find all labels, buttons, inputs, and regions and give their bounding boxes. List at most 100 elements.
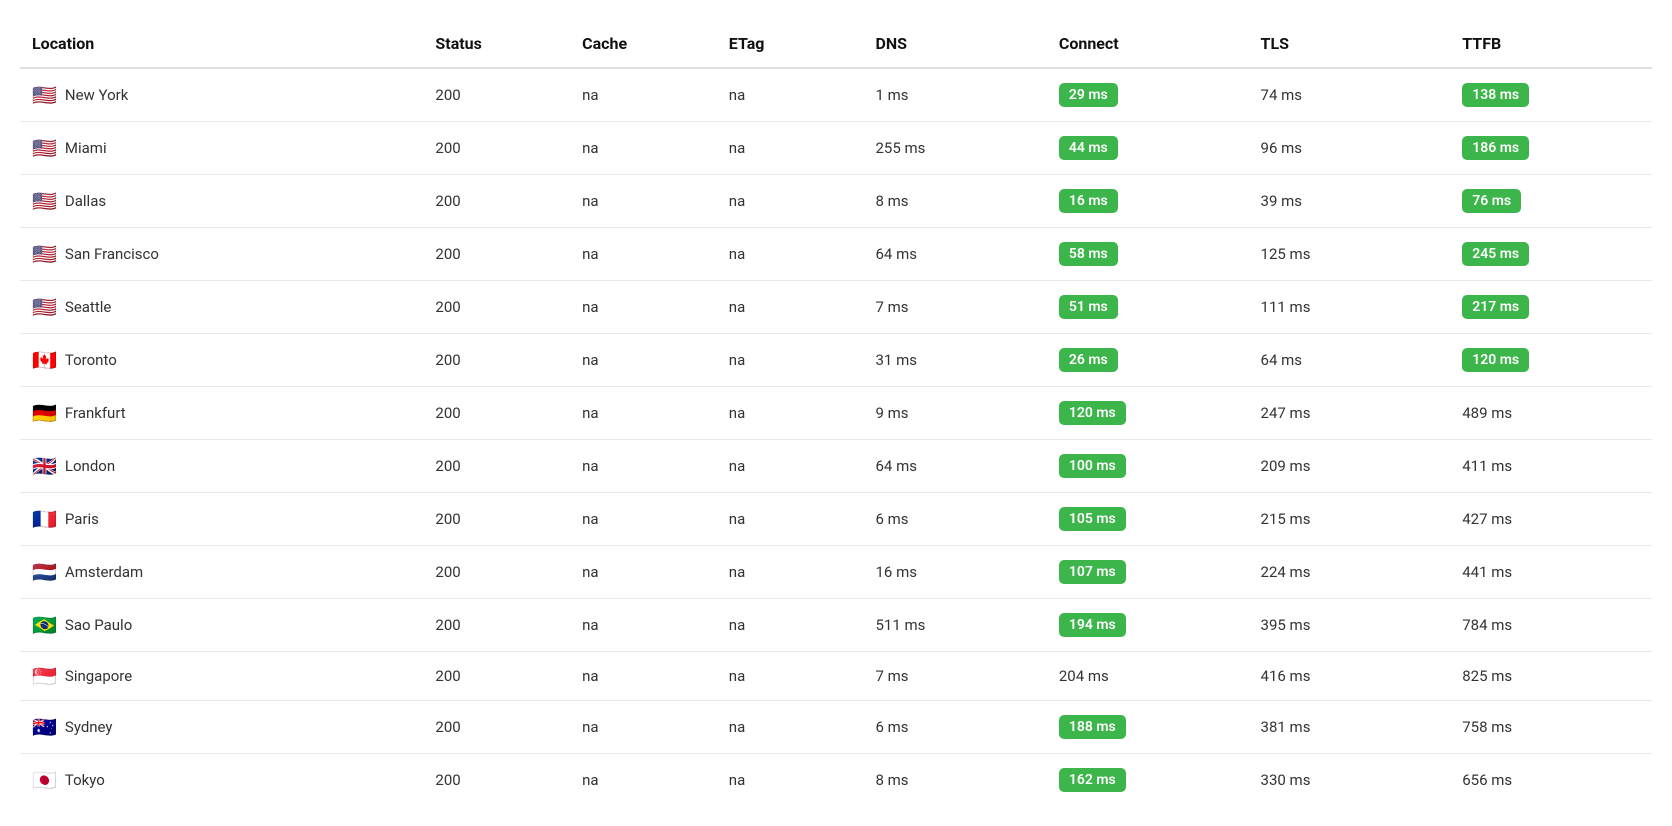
cell-ttfb: 245 ms (1450, 228, 1652, 281)
cell-cache: na (570, 387, 717, 440)
table-row: 🇫🇷Paris200nana6 ms105 ms215 ms427 ms (20, 493, 1652, 546)
cell-location: 🇦🇺 Sydney (20, 701, 423, 754)
cell-cache: na (570, 652, 717, 701)
header-status: Status (423, 20, 570, 68)
flag-icon: 🇯🇵 (32, 770, 57, 790)
cell-ttfb: 758 ms (1450, 701, 1652, 754)
cell-status: 200 (423, 175, 570, 228)
cell-etag: na (717, 546, 864, 599)
cell-tls: 395 ms (1249, 599, 1451, 652)
cell-tls: 247 ms (1249, 387, 1451, 440)
connect-badge: 188 ms (1059, 715, 1126, 739)
cell-tls: 215 ms (1249, 493, 1451, 546)
cell-cache: na (570, 546, 717, 599)
table-row: 🇺🇸San Francisco200nana64 ms58 ms125 ms24… (20, 228, 1652, 281)
cell-cache: na (570, 493, 717, 546)
ttfb-badge: 76 ms (1462, 189, 1521, 213)
cell-etag: na (717, 440, 864, 493)
main-container: Location Status Cache ETag DNS Connect T… (0, 0, 1672, 826)
location-name: Seattle (65, 298, 111, 316)
flag-icon: 🇺🇸 (32, 297, 57, 317)
ttfb-badge: 245 ms (1462, 242, 1529, 266)
cell-ttfb: 825 ms (1450, 652, 1652, 701)
cell-status: 200 (423, 68, 570, 122)
cell-status: 200 (423, 546, 570, 599)
cell-etag: na (717, 754, 864, 807)
connect-badge: 58 ms (1059, 242, 1118, 266)
location-name: Miami (65, 139, 107, 157)
location-name: Dallas (65, 192, 106, 210)
cell-status: 200 (423, 228, 570, 281)
cell-tls: 39 ms (1249, 175, 1451, 228)
cell-cache: na (570, 68, 717, 122)
table-row: 🇬🇧London200nana64 ms100 ms209 ms411 ms (20, 440, 1652, 493)
cell-tls: 416 ms (1249, 652, 1451, 701)
connect-badge: 51 ms (1059, 295, 1118, 319)
cell-ttfb: 784 ms (1450, 599, 1652, 652)
cell-connect: 120 ms (1047, 387, 1249, 440)
cell-etag: na (717, 281, 864, 334)
cell-ttfb: 76 ms (1450, 175, 1652, 228)
connect-badge: 26 ms (1059, 348, 1118, 372)
cell-dns: 1 ms (863, 68, 1046, 122)
cell-etag: na (717, 334, 864, 387)
cell-tls: 74 ms (1249, 68, 1451, 122)
cell-dns: 6 ms (863, 493, 1046, 546)
table-row: 🇦🇺Sydney200nana6 ms188 ms381 ms758 ms (20, 701, 1652, 754)
cell-etag: na (717, 493, 864, 546)
connect-badge: 105 ms (1059, 507, 1126, 531)
header-connect: Connect (1047, 20, 1249, 68)
cell-connect: 105 ms (1047, 493, 1249, 546)
connect-badge: 29 ms (1059, 83, 1118, 107)
cell-connect: 188 ms (1047, 701, 1249, 754)
cell-location: 🇳🇱Amsterdam (20, 546, 423, 599)
location-name: San Francisco (65, 245, 159, 263)
cell-connect: 162 ms (1047, 754, 1249, 807)
header-ttfb: TTFB (1450, 20, 1652, 68)
location-name: Sydney (65, 718, 113, 736)
cell-cache: na (570, 440, 717, 493)
flag-icon: 🇦🇺 (32, 717, 57, 737)
cell-etag: na (717, 387, 864, 440)
cell-dns: 31 ms (863, 334, 1046, 387)
cell-cache: na (570, 175, 717, 228)
cell-connect: 29 ms (1047, 68, 1249, 122)
cell-dns: 6 ms (863, 701, 1046, 754)
connect-badge: 194 ms (1059, 613, 1126, 637)
cell-dns: 7 ms (863, 652, 1046, 701)
cell-etag: na (717, 701, 864, 754)
cell-dns: 64 ms (863, 228, 1046, 281)
cell-etag: na (717, 599, 864, 652)
cell-dns: 255 ms (863, 122, 1046, 175)
cell-dns: 7 ms (863, 281, 1046, 334)
cell-status: 200 (423, 440, 570, 493)
ttfb-badge: 217 ms (1462, 295, 1529, 319)
cell-location: 🇺🇸Miami (20, 122, 423, 175)
cell-cache: na (570, 334, 717, 387)
cell-location: 🇬🇧London (20, 440, 423, 493)
cell-tls: 330 ms (1249, 754, 1451, 807)
cell-etag: na (717, 175, 864, 228)
flag-icon: 🇺🇸 (32, 191, 57, 211)
ttfb-badge: 120 ms (1462, 348, 1529, 372)
cell-location: 🇺🇸 Seattle (20, 281, 423, 334)
cell-etag: na (717, 228, 864, 281)
cell-connect: 51 ms (1047, 281, 1249, 334)
cell-dns: 8 ms (863, 754, 1046, 807)
cell-cache: na (570, 701, 717, 754)
cell-cache: na (570, 281, 717, 334)
cell-ttfb: 120 ms (1450, 334, 1652, 387)
cell-ttfb: 138 ms (1450, 68, 1652, 122)
cell-dns: 16 ms (863, 546, 1046, 599)
cell-tls: 209 ms (1249, 440, 1451, 493)
location-name: London (65, 457, 115, 475)
location-name: Toronto (65, 351, 117, 369)
cell-tls: 96 ms (1249, 122, 1451, 175)
table-row: 🇯🇵Tokyo200nana8 ms162 ms330 ms656 ms (20, 754, 1652, 807)
flag-icon: 🇸🇬 (32, 666, 57, 686)
cell-status: 200 (423, 281, 570, 334)
table-row: 🇧🇷Sao Paulo200nana511 ms194 ms395 ms784 … (20, 599, 1652, 652)
cell-cache: na (570, 754, 717, 807)
flag-icon: 🇩🇪 (32, 403, 57, 423)
cell-dns: 511 ms (863, 599, 1046, 652)
